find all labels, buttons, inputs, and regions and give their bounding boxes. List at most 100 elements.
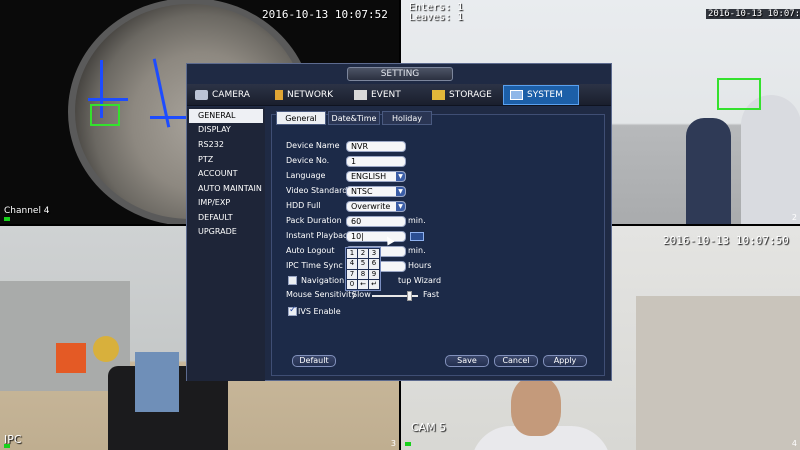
instant-playback-label: Instant Playback xyxy=(286,231,353,240)
tab-network[interactable]: NETWORK xyxy=(275,85,333,105)
network-icon xyxy=(275,90,283,100)
key-4[interactable]: 4 xyxy=(347,259,357,269)
key-9[interactable]: 9 xyxy=(369,269,379,279)
storage-icon xyxy=(432,90,445,100)
tab-label: CAMERA xyxy=(212,90,250,100)
cancel-button[interactable]: Cancel xyxy=(494,355,538,367)
sidebar-item-display[interactable]: DISPLAY xyxy=(189,123,263,137)
sidebar-item-ptz[interactable]: PTZ xyxy=(189,153,263,167)
device-name-label: Device Name xyxy=(286,141,340,150)
tab-holiday[interactable]: Holiday xyxy=(382,111,432,125)
key-2[interactable]: 2 xyxy=(358,249,368,259)
general-settings-panel: General Date&Time Holiday Device Name NV… xyxy=(271,111,605,376)
sidebar-item-account[interactable]: ACCOUNT xyxy=(189,167,263,181)
pack-duration-unit: min. xyxy=(408,216,426,225)
sidebar-item-default[interactable]: DEFAULT xyxy=(189,211,263,225)
chevron-down-icon: ▼ xyxy=(396,187,405,196)
video-standard-select[interactable]: NTSC ▼ xyxy=(346,186,406,197)
ivs-enable-label: IVS Enable xyxy=(298,307,341,316)
auto-logout-label: Auto Logout xyxy=(286,246,335,255)
key-0[interactable]: 0 xyxy=(347,279,357,289)
backspace-key[interactable]: ← xyxy=(358,279,368,289)
setting-dialog: SETTING CAMERA NETWORK EVENT STORAGE SYS… xyxy=(186,63,612,381)
video-standard-label: Video Standard xyxy=(286,186,348,195)
camera-icon xyxy=(195,90,208,100)
key-5[interactable]: 5 xyxy=(358,259,368,269)
ptz-camera-body xyxy=(741,95,800,224)
instant-playback-input[interactable]: 10| xyxy=(346,231,406,242)
tab-event[interactable]: EVENT xyxy=(354,85,401,105)
tab-date-time[interactable]: Date&Time xyxy=(328,111,380,125)
numeric-keypad: 1 2 3 4 5 6 7 8 9 0 ← ↵ xyxy=(345,247,381,291)
key-3[interactable]: 3 xyxy=(369,249,379,259)
ipc-time-sync-unit: Hours xyxy=(408,261,432,270)
person-head xyxy=(511,376,561,436)
camera-timestamp: 2016-10-13 10:07:50 xyxy=(663,234,789,247)
keyboard-icon[interactable] xyxy=(410,232,424,241)
dialog-title: SETTING xyxy=(347,67,453,81)
people-count-leaves: Leaves: 1 xyxy=(409,12,464,23)
device-no-input[interactable]: 1 xyxy=(346,156,406,167)
tab-label: SYSTEM xyxy=(527,90,563,100)
camera-timestamp: 2016-10-13 10:07:51 xyxy=(706,9,800,19)
sidebar-item-auto-maintain[interactable]: AUTO MAINTAIN xyxy=(189,182,263,196)
tab-label: STORAGE xyxy=(449,90,492,100)
video-standard-value: NTSC xyxy=(351,187,373,196)
sidebar-item-general[interactable]: GENERAL xyxy=(189,109,263,123)
device-name-input[interactable]: NVR xyxy=(346,141,406,152)
channel-number: 3 xyxy=(390,439,396,448)
system-icon xyxy=(510,90,523,100)
key-7[interactable]: 7 xyxy=(347,269,357,279)
channel-number: 2 xyxy=(791,213,797,222)
hdd-full-value: Overwrite xyxy=(351,202,391,211)
language-select[interactable]: ENGLISH ▼ xyxy=(346,171,406,182)
mouse-sensitivity-label: Mouse Sensitivity xyxy=(286,290,357,299)
tab-storage[interactable]: STORAGE xyxy=(432,85,492,105)
key-6[interactable]: 6 xyxy=(369,259,379,269)
navigation-bar-checkbox[interactable] xyxy=(288,276,297,285)
channel-label: Channel 4 xyxy=(4,206,50,216)
channel-number: 4 xyxy=(791,439,797,448)
key-8[interactable]: 8 xyxy=(358,269,368,279)
boxes-stack xyxy=(636,296,800,450)
enter-key[interactable]: ↵ xyxy=(369,279,379,289)
ivs-tripwire-line xyxy=(88,98,128,101)
record-indicator xyxy=(4,444,10,448)
tab-label: EVENT xyxy=(371,90,401,100)
sidebar-item-imp-exp[interactable]: IMP/EXP xyxy=(189,196,263,210)
hdd-full-select[interactable]: Overwrite ▼ xyxy=(346,201,406,212)
ipc-time-sync-label: IPC Time Sync xyxy=(286,261,343,270)
ivs-tripwire-line xyxy=(150,116,188,119)
globe xyxy=(93,336,119,362)
language-label: Language xyxy=(286,171,326,180)
tab-system[interactable]: SYSTEM xyxy=(503,85,579,105)
record-indicator xyxy=(4,217,10,221)
camera-timestamp: 2016-10-13 10:07:52 xyxy=(262,8,388,21)
save-button[interactable]: Save xyxy=(445,355,489,367)
person-figure xyxy=(686,118,731,224)
sidebar-item-rs232[interactable]: RS232 xyxy=(189,138,263,152)
tab-label: NETWORK xyxy=(287,90,334,100)
channel-label: CAM 5 xyxy=(411,421,447,434)
event-icon xyxy=(354,90,367,100)
pack-duration-label: Pack Duration xyxy=(286,216,342,225)
pack-duration-input[interactable]: 60 xyxy=(346,216,406,227)
key-1[interactable]: 1 xyxy=(347,249,357,259)
sensitivity-fast-label: Fast xyxy=(423,290,440,299)
hdd-full-label: HDD Full xyxy=(286,201,321,210)
sidebar-item-upgrade[interactable]: UPGRADE xyxy=(189,225,263,239)
tab-camera[interactable]: CAMERA xyxy=(195,85,250,105)
default-button[interactable]: Default xyxy=(292,355,336,367)
record-indicator xyxy=(405,442,411,446)
slider-handle[interactable] xyxy=(406,291,412,301)
startup-wizard-label: tup Wizard xyxy=(398,276,442,285)
tab-general[interactable]: General xyxy=(276,111,326,125)
apply-button[interactable]: Apply xyxy=(543,355,587,367)
auto-logout-unit: min. xyxy=(408,246,426,255)
detection-box xyxy=(717,78,761,110)
device-no-label: Device No. xyxy=(286,156,330,165)
ivs-enable-checkbox[interactable] xyxy=(288,305,297,316)
settings-sidebar: GENERAL DISPLAY RS232 PTZ ACCOUNT AUTO M… xyxy=(187,107,265,381)
orange-box xyxy=(56,343,86,373)
language-value: ENGLISH xyxy=(351,172,387,181)
